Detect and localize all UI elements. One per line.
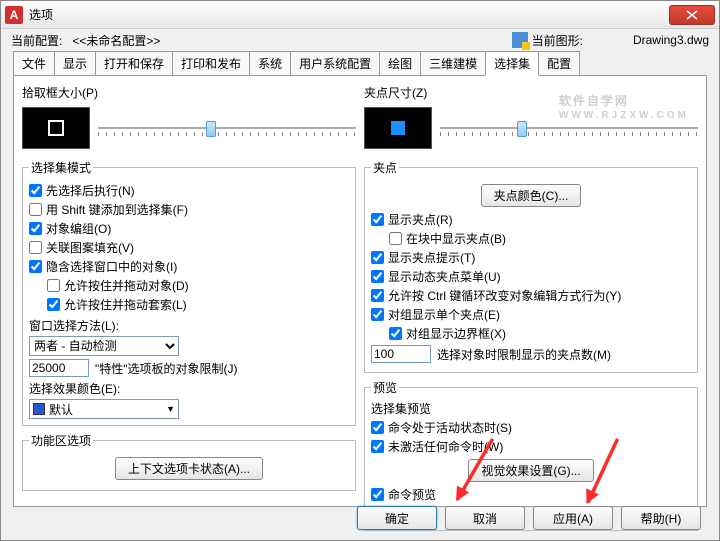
grip-preview bbox=[364, 107, 432, 149]
grip-slider[interactable] bbox=[440, 118, 698, 138]
dialog-buttons: 确定 取消 应用(A) 帮助(H) bbox=[357, 506, 701, 530]
chk-grip-tips[interactable]: 显示夹点提示(T) bbox=[371, 249, 691, 266]
window-select-label: 窗口选择方法(L): bbox=[29, 317, 349, 334]
tab-opensave[interactable]: 打开和保存 bbox=[95, 51, 173, 75]
ribbon-options-legend: 功能区选项 bbox=[29, 432, 93, 449]
tab-file[interactable]: 文件 bbox=[13, 51, 55, 75]
tab-userpref[interactable]: 用户系统配置 bbox=[290, 51, 380, 75]
grips-legend: 夹点 bbox=[371, 159, 399, 176]
ok-button[interactable]: 确定 bbox=[357, 506, 437, 530]
preview-legend: 预览 bbox=[371, 379, 399, 396]
tab-system[interactable]: 系统 bbox=[249, 51, 291, 75]
current-profile-value: <<未命名配置>> bbox=[72, 32, 160, 49]
tab-drafting[interactable]: 绘图 bbox=[379, 51, 421, 75]
current-drawing-value: Drawing3.dwg bbox=[633, 33, 709, 47]
grip-color-button[interactable]: 夹点颜色(C)... bbox=[481, 184, 582, 207]
close-icon bbox=[686, 10, 698, 20]
right-column: 夹点尺寸(Z) 夹点 夹点颜色(C)... 显示夹点(R) 在块中显示夹点(B)… bbox=[364, 84, 698, 498]
current-profile-label: 当前配置: bbox=[11, 32, 62, 49]
chk-object-group[interactable]: 对象编组(O) bbox=[29, 220, 349, 237]
tab-content: 拾取框大小(P) 选择集模式 先选择后执行(N) 用 Shift 键添加到选择集… bbox=[13, 75, 707, 507]
tab-profiles[interactable]: 配置 bbox=[538, 51, 580, 75]
grip-limit-label: 选择对象时限制显示的夹点数(M) bbox=[437, 346, 611, 363]
left-column: 拾取框大小(P) 选择集模式 先选择后执行(N) 用 Shift 键添加到选择集… bbox=[22, 84, 356, 498]
selection-mode-legend: 选择集模式 bbox=[29, 159, 93, 176]
property-limit-input[interactable] bbox=[29, 359, 89, 377]
chk-noun-verb[interactable]: 先选择后执行(N) bbox=[29, 182, 349, 199]
chk-dyn-menu[interactable]: 显示动态夹点菜单(U) bbox=[371, 268, 691, 285]
help-button[interactable]: 帮助(H) bbox=[621, 506, 701, 530]
chk-implied-window[interactable]: 隐含选择窗口中的对象(I) bbox=[29, 258, 349, 275]
chevron-down-icon: ▼ bbox=[166, 404, 175, 414]
ribbon-options-group: 功能区选项 上下文选项卡状态(A)... bbox=[22, 432, 356, 491]
chk-no-cmd[interactable]: 未激活任何命令时(W) bbox=[371, 438, 691, 455]
cancel-button[interactable]: 取消 bbox=[445, 506, 525, 530]
chk-block-grips[interactable]: 在块中显示夹点(B) bbox=[389, 230, 691, 247]
color-swatch-icon bbox=[33, 403, 45, 415]
effect-color-label: 选择效果颜色(E): bbox=[29, 380, 349, 397]
chk-active-cmd[interactable]: 命令处于活动状态时(S) bbox=[371, 419, 691, 436]
tab-plot[interactable]: 打印和发布 bbox=[172, 51, 250, 75]
chk-cmd-preview[interactable]: 命令预览 bbox=[371, 486, 691, 503]
app-icon: A bbox=[5, 6, 23, 24]
pickbox-preview bbox=[22, 107, 90, 149]
effect-color-select[interactable]: 默认 ▼ bbox=[29, 399, 179, 419]
property-limit-label: "特性"选项板的对象限制(J) bbox=[95, 360, 238, 377]
grip-limit-input[interactable] bbox=[371, 345, 431, 363]
tab-3d[interactable]: 三维建模 bbox=[420, 51, 486, 75]
chk-shift-add[interactable]: 用 Shift 键添加到选择集(F) bbox=[29, 201, 349, 218]
tabs: 文件 显示 打开和保存 打印和发布 系统 用户系统配置 绘图 三维建模 选择集 … bbox=[1, 51, 719, 75]
window-title: 选项 bbox=[29, 6, 669, 23]
close-button[interactable] bbox=[669, 5, 715, 25]
chk-show-grips[interactable]: 显示夹点(R) bbox=[371, 211, 691, 228]
grip-size-label: 夹点尺寸(Z) bbox=[364, 84, 698, 101]
tab-display[interactable]: 显示 bbox=[54, 51, 96, 75]
selection-preview-sub: 选择集预览 bbox=[371, 400, 691, 417]
visual-effect-button[interactable]: 视觉效果设置(G)... bbox=[468, 459, 593, 482]
current-drawing-label: 当前图形: bbox=[532, 32, 583, 49]
tab-selection[interactable]: 选择集 bbox=[485, 51, 539, 76]
chk-drag-lasso[interactable]: 允许按住并拖动套索(L) bbox=[47, 296, 349, 313]
info-row: 当前配置: <<未命名配置>> 当前图形: Drawing3.dwg bbox=[1, 29, 719, 51]
titlebar: A 选项 bbox=[1, 1, 719, 29]
grips-group: 夹点 夹点颜色(C)... 显示夹点(R) 在块中显示夹点(B) 显示夹点提示(… bbox=[364, 159, 698, 373]
drawing-icon bbox=[512, 32, 528, 48]
pickbox-slider[interactable] bbox=[98, 118, 356, 138]
window-select-method[interactable]: 两者 - 自动检测 bbox=[29, 336, 179, 356]
chk-assoc-hatch[interactable]: 关联图案填充(V) bbox=[29, 239, 349, 256]
context-tab-state-button[interactable]: 上下文选项卡状态(A)... bbox=[115, 457, 263, 480]
chk-ctrl-cycle[interactable]: 允许按 Ctrl 键循环改变对象编辑方式行为(Y) bbox=[371, 287, 691, 304]
chk-group-single[interactable]: 对组显示单个夹点(E) bbox=[371, 306, 691, 323]
apply-button[interactable]: 应用(A) bbox=[533, 506, 613, 530]
options-dialog: A 选项 当前配置: <<未命名配置>> 当前图形: Drawing3.dwg … bbox=[0, 0, 720, 541]
pickbox-size-label: 拾取框大小(P) bbox=[22, 84, 356, 101]
chk-drag-object[interactable]: 允许按住并拖动对象(D) bbox=[47, 277, 349, 294]
selection-mode-group: 选择集模式 先选择后执行(N) 用 Shift 键添加到选择集(F) 对象编组(… bbox=[22, 159, 356, 426]
chk-group-bbox[interactable]: 对组显示边界框(X) bbox=[389, 325, 691, 342]
